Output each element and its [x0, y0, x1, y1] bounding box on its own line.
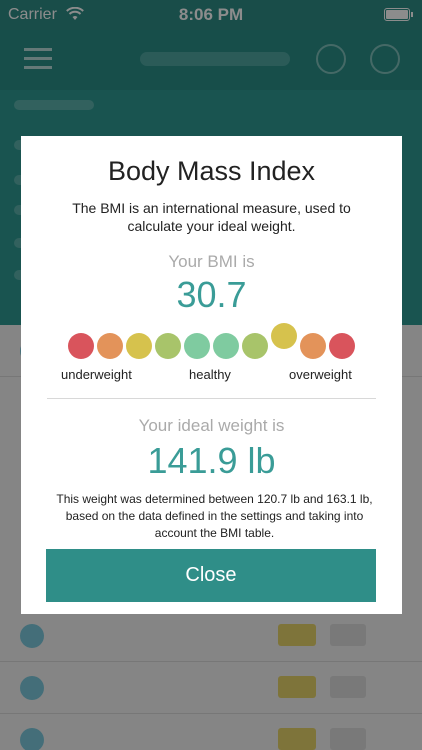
dialog-title: Body Mass Index — [107, 156, 316, 186]
bmi-label: Your BMI is — [168, 252, 255, 271]
scale-marker — [155, 333, 181, 359]
ideal-weight-note: This weight was determined between 120.7… — [56, 492, 373, 540]
close-button[interactable]: Close — [46, 549, 376, 602]
scale-marker — [329, 333, 355, 359]
scale-marker — [213, 333, 239, 359]
bmi-dialog: Body Mass Index The BMI is an internatio… — [21, 136, 402, 614]
scale-marker-active — [271, 323, 297, 349]
ideal-weight-value: 141.9 lb — [147, 440, 276, 481]
dialog-description: The BMI is an international measure, use… — [72, 200, 351, 234]
ideal-weight-label: Your ideal weight is — [138, 416, 285, 435]
divider — [47, 398, 376, 399]
scale-label-healthy: healthy — [189, 367, 231, 382]
scale-marker — [97, 333, 123, 359]
scale-label-underweight: underweight — [61, 367, 132, 382]
scale-label-overweight: overweight — [289, 367, 352, 382]
scale-marker — [184, 333, 210, 359]
bmi-value: 30.7 — [176, 274, 247, 315]
scale-marker — [300, 333, 326, 359]
scale-marker — [242, 333, 268, 359]
scale-marker — [126, 333, 152, 359]
scale-marker — [68, 333, 94, 359]
